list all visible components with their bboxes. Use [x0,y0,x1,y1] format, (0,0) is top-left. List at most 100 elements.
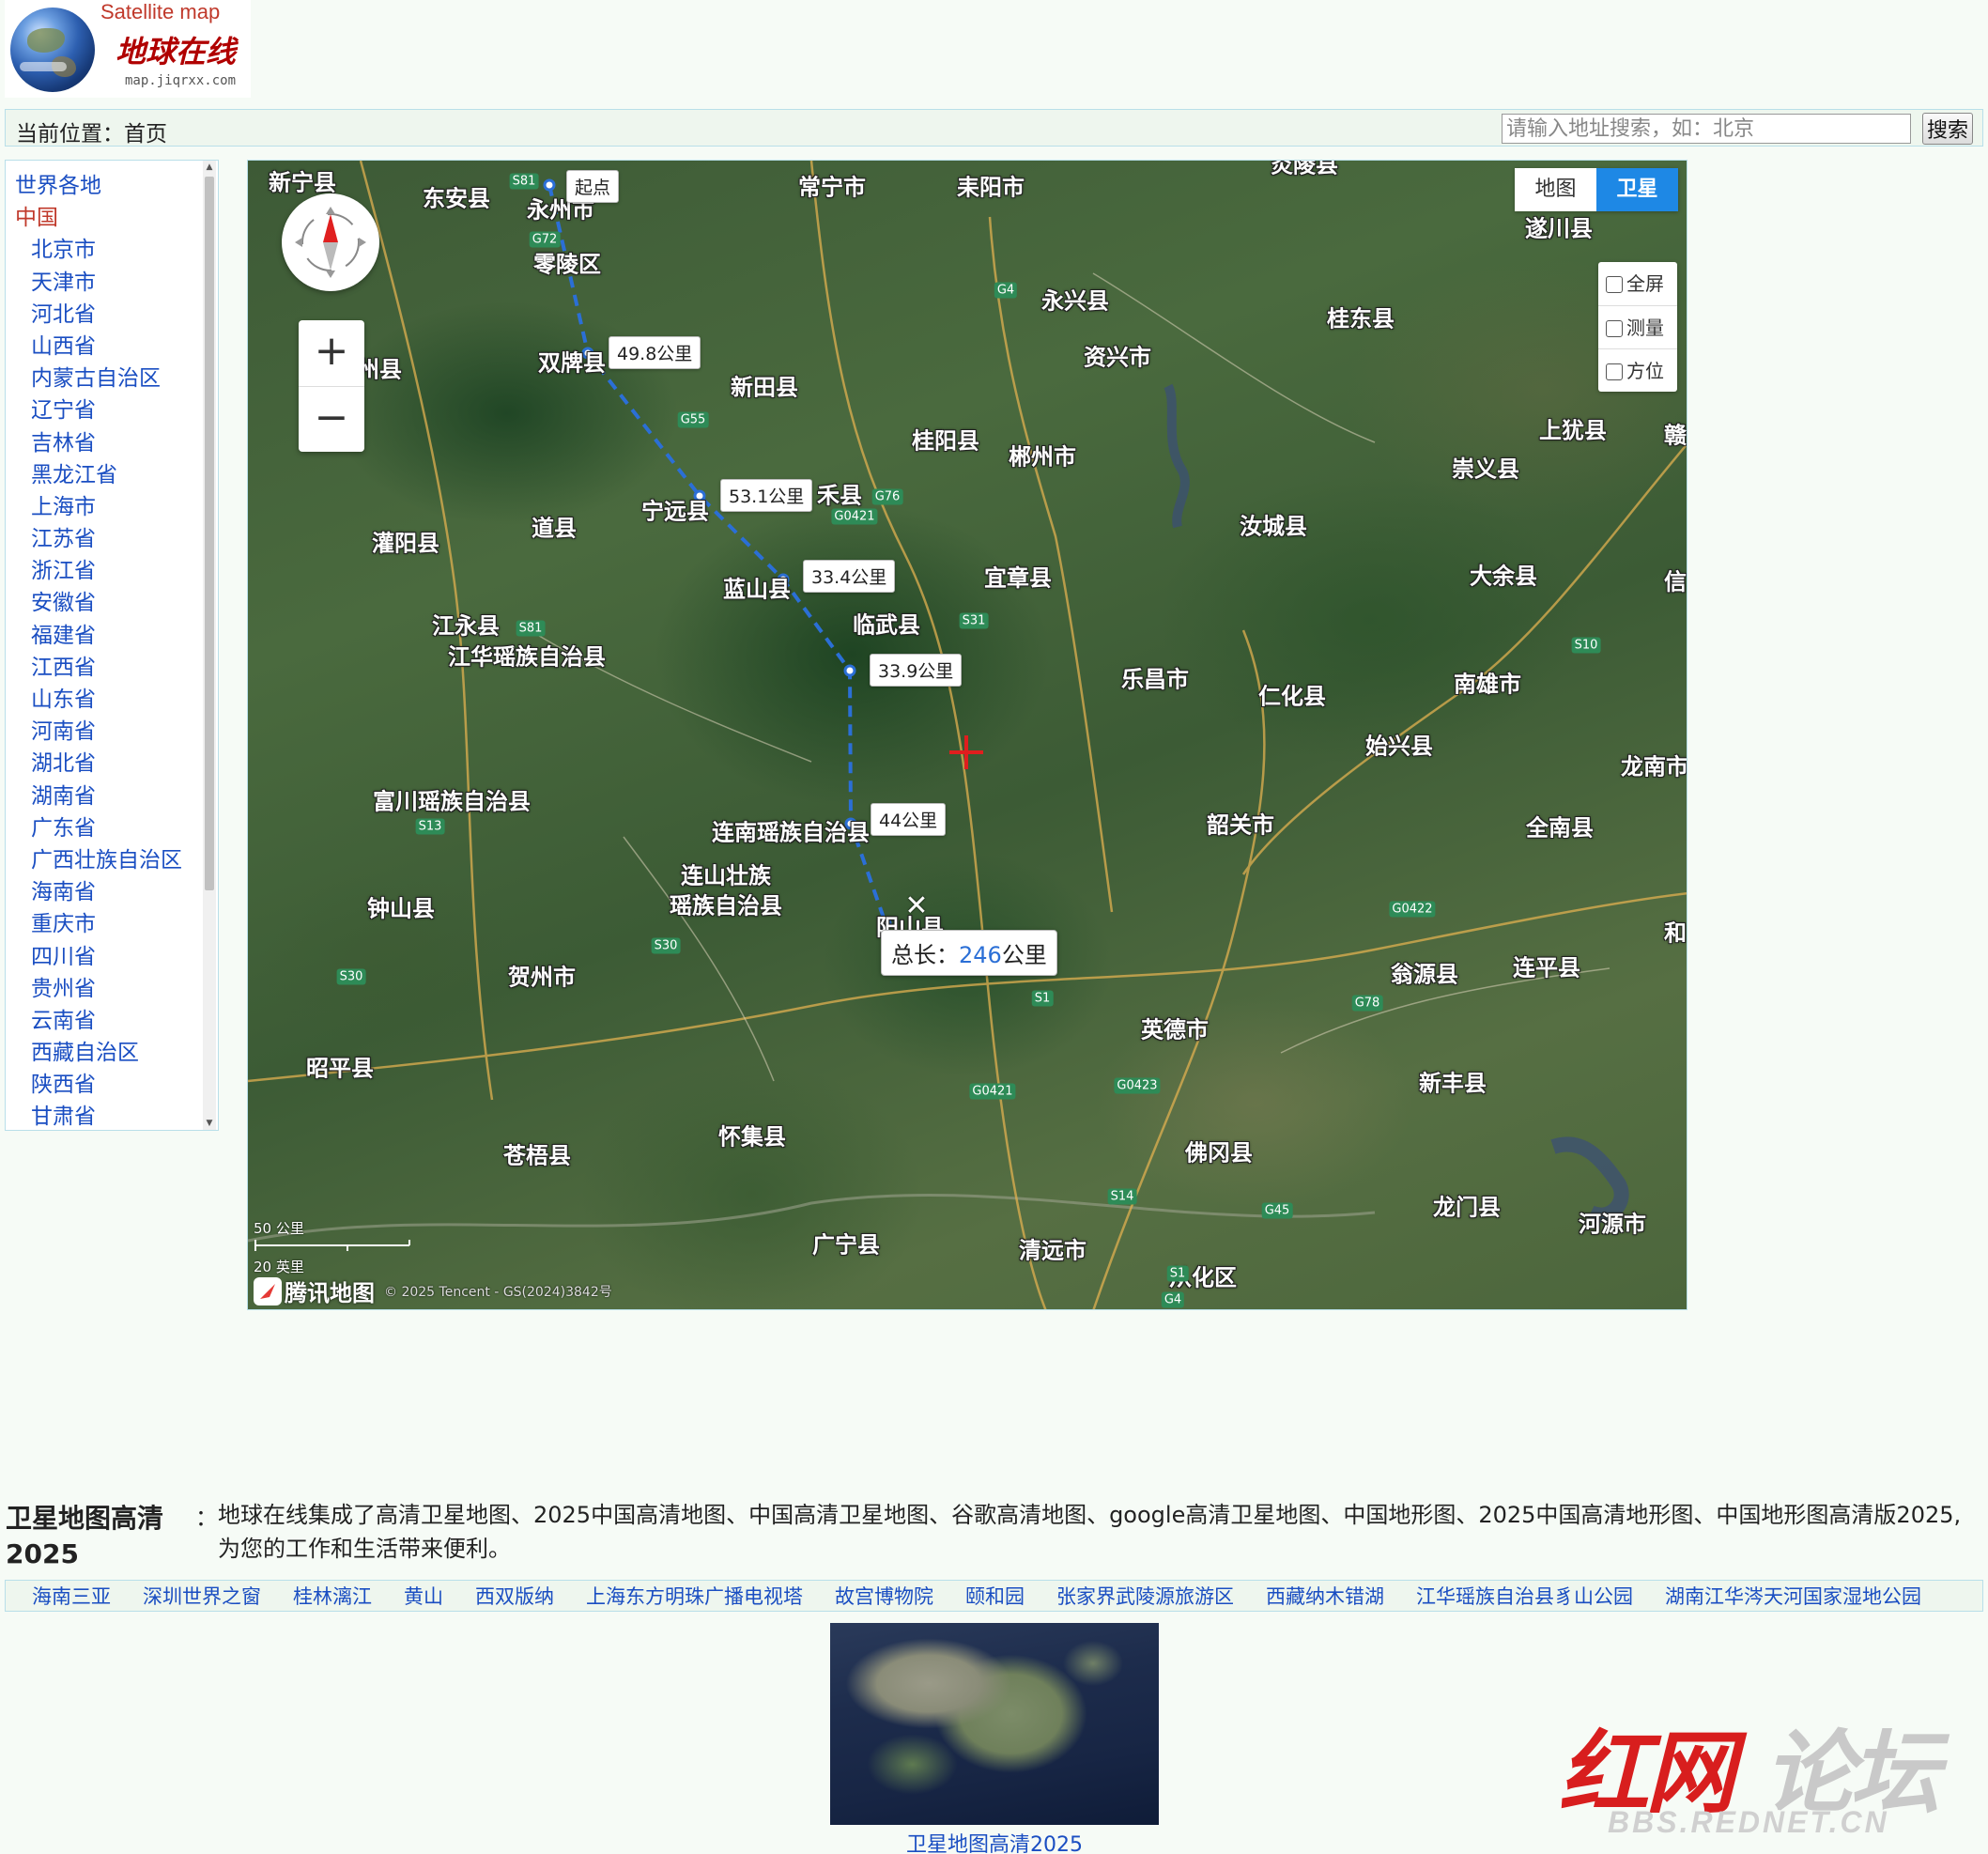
scenic-link[interactable]: 西藏纳木错湖 [1266,1582,1384,1610]
scenic-link[interactable]: 故宫博物院 [835,1582,933,1610]
sidebar-item[interactable]: 河南省 [6,716,203,748]
scale-km-label: 50 公里 [254,1220,304,1237]
checkbox-icon[interactable] [1606,363,1623,380]
scenic-link[interactable]: 上海东方明珠广播电视塔 [586,1582,803,1610]
sidebar-item[interactable]: 重庆市 [6,908,203,940]
zoom-in-button[interactable]: + [299,320,364,386]
map-copyright: © 2025 Tencent - GS(2024)3842号 [384,1284,612,1300]
checkbox-icon[interactable] [1606,320,1623,337]
sidebar-item[interactable]: 云南省 [6,1005,203,1037]
road-shield: S1 [1166,1265,1189,1282]
place-label: 上犹县 [1539,417,1607,444]
orientation-label: 方位 [1626,360,1664,382]
place-label: 韶关市 [1207,811,1274,839]
place-label: 资兴市 [1084,344,1151,371]
sidebar-item[interactable]: 河北省 [6,299,203,331]
sidebar-item[interactable]: 世界各地 [6,170,203,202]
scenic-link[interactable]: 海南三亚 [32,1582,111,1610]
sidebar-item[interactable]: 海南省 [6,876,203,908]
scenic-link[interactable]: 桂林漓江 [293,1582,372,1610]
place-label: 禾县 [817,482,862,509]
scenic-link[interactable]: 江华瑶族自治县豸山公园 [1416,1582,1633,1610]
road-shield: G4 [994,282,1018,299]
place-label: 龙门县 [1433,1194,1501,1221]
sidebar-item[interactable]: 陕西省 [6,1069,203,1101]
sidebar-item[interactable]: 湖南省 [6,780,203,812]
scenic-link[interactable]: 颐和园 [965,1582,1025,1610]
site-logo[interactable]: Satellite map 地球在线 map.jiqrxx.com [5,0,251,98]
road-shield: S30 [336,968,366,985]
fullscreen-label: 全屏 [1626,272,1664,295]
sidebar-item[interactable]: 江苏省 [6,523,203,555]
road-shield: S81 [509,173,539,190]
route-total-value: 246 [959,942,1002,968]
satellite-map[interactable]: 新宁县 东安县 永州市 常宁市 耒阳市 炎陵县 遂川县 零陵区 永兴县 资兴市 … [247,160,1687,1310]
compass-icon[interactable] [282,193,379,291]
sidebar-item[interactable]: 甘肃省 [6,1101,203,1130]
fullscreen-toggle[interactable]: 全屏 [1598,262,1677,305]
sidebar-item[interactable]: 江西省 [6,652,203,684]
checkbox-icon[interactable] [1606,276,1623,293]
sidebar-item[interactable]: 福建省 [6,620,203,652]
sidebar-item[interactable]: 西藏自治区 [6,1037,203,1069]
route-total-unit: 公里 [1001,942,1047,968]
sidebar-item[interactable]: 湖北省 [6,748,203,780]
sidebar-item[interactable]: 中国 [6,202,203,234]
place-label: 新丰县 [1419,1070,1487,1097]
tencent-map-icon [254,1276,282,1306]
close-measure-icon[interactable]: ✕ [903,892,930,920]
measure-label: 测量 [1626,317,1664,339]
road-shield: S10 [1571,637,1601,654]
sidebar-item[interactable]: 北京市 [6,234,203,266]
scenic-link[interactable]: 湖南江华涔天河国家湿地公园 [1665,1582,1921,1610]
thumbnail-caption[interactable]: 卫星地图高清2025 [830,1828,1159,1854]
sidebar-item[interactable]: 广西壮族自治区 [6,844,203,876]
orientation-toggle[interactable]: 方位 [1598,348,1677,392]
place-label: 英德市 [1141,1016,1209,1043]
road-shield: G0423 [1114,1077,1161,1094]
scroll-up-icon[interactable]: ▲ [205,162,214,172]
scrollbar-thumb[interactable] [205,177,214,890]
map-type-satellite-button[interactable]: 卫星 [1596,168,1678,211]
sidebar-item[interactable]: 辽宁省 [6,394,203,426]
region-sidebar: 世界各地 中国 北京市 天津市 河北省 山西省 内蒙古自治区 辽宁省 吉林省 黑龙江省 上海市 江苏省… [5,160,219,1131]
scenic-links: 海南三亚 深圳世界之窗 桂林漓江 黄山 西双版纳 上海东方明珠广播电视塔 故宫博物院 颐和园 张… [5,1580,1983,1612]
route-segment-label: 53.1公里 [720,479,813,512]
sidebar-item[interactable]: 山西省 [6,331,203,363]
sidebar-item[interactable]: 天津市 [6,267,203,299]
sidebar-item[interactable]: 贵州省 [6,973,203,1005]
road-shield: G78 [1351,995,1383,1012]
place-label: 炎陵县 [1271,160,1338,178]
zoom-out-button[interactable]: − [299,386,364,452]
scenic-link[interactable]: 张家界武陵源旅游区 [1056,1582,1234,1610]
map-overlay [248,161,1687,1309]
place-label: 汝城县 [1240,513,1307,540]
scenic-link[interactable]: 深圳世界之窗 [143,1582,261,1610]
map-type-map-button[interactable]: 地图 [1515,168,1596,211]
china-satellite-thumbnail[interactable] [830,1623,1159,1825]
sidebar-item[interactable]: 安徽省 [6,587,203,619]
place-label: 全南县 [1526,814,1594,842]
search-button[interactable]: 搜索 [1922,113,1973,145]
sidebar-scrollbar[interactable]: ▲ ▼ [203,161,216,1130]
sidebar-item[interactable]: 山东省 [6,684,203,716]
road-shield: S81 [516,620,546,637]
measure-toggle[interactable]: 测量 [1598,305,1677,348]
place-label: 富川瑶族自治县 [373,788,531,815]
route-start-label: 起点 [566,170,620,203]
sidebar-item[interactable]: 广东省 [6,812,203,844]
scroll-down-icon[interactable]: ▼ [205,1119,214,1128]
scenic-link[interactable]: 西双版纳 [475,1582,554,1610]
sidebar-item[interactable]: 黑龙江省 [6,459,203,491]
sidebar-item[interactable]: 内蒙古自治区 [6,363,203,394]
road-shield: S1 [1031,990,1054,1007]
search-input[interactable] [1502,114,1911,144]
sidebar-item[interactable]: 四川省 [6,941,203,973]
place-label: 怀集县 [718,1123,786,1151]
sidebar-item[interactable]: 上海市 [6,491,203,523]
sidebar-item[interactable]: 吉林省 [6,427,203,459]
place-label: 大余县 [1470,563,1537,590]
breadcrumb[interactable]: 当前位置：首页 [16,116,167,147]
sidebar-item[interactable]: 浙江省 [6,555,203,587]
scenic-link[interactable]: 黄山 [404,1582,443,1610]
